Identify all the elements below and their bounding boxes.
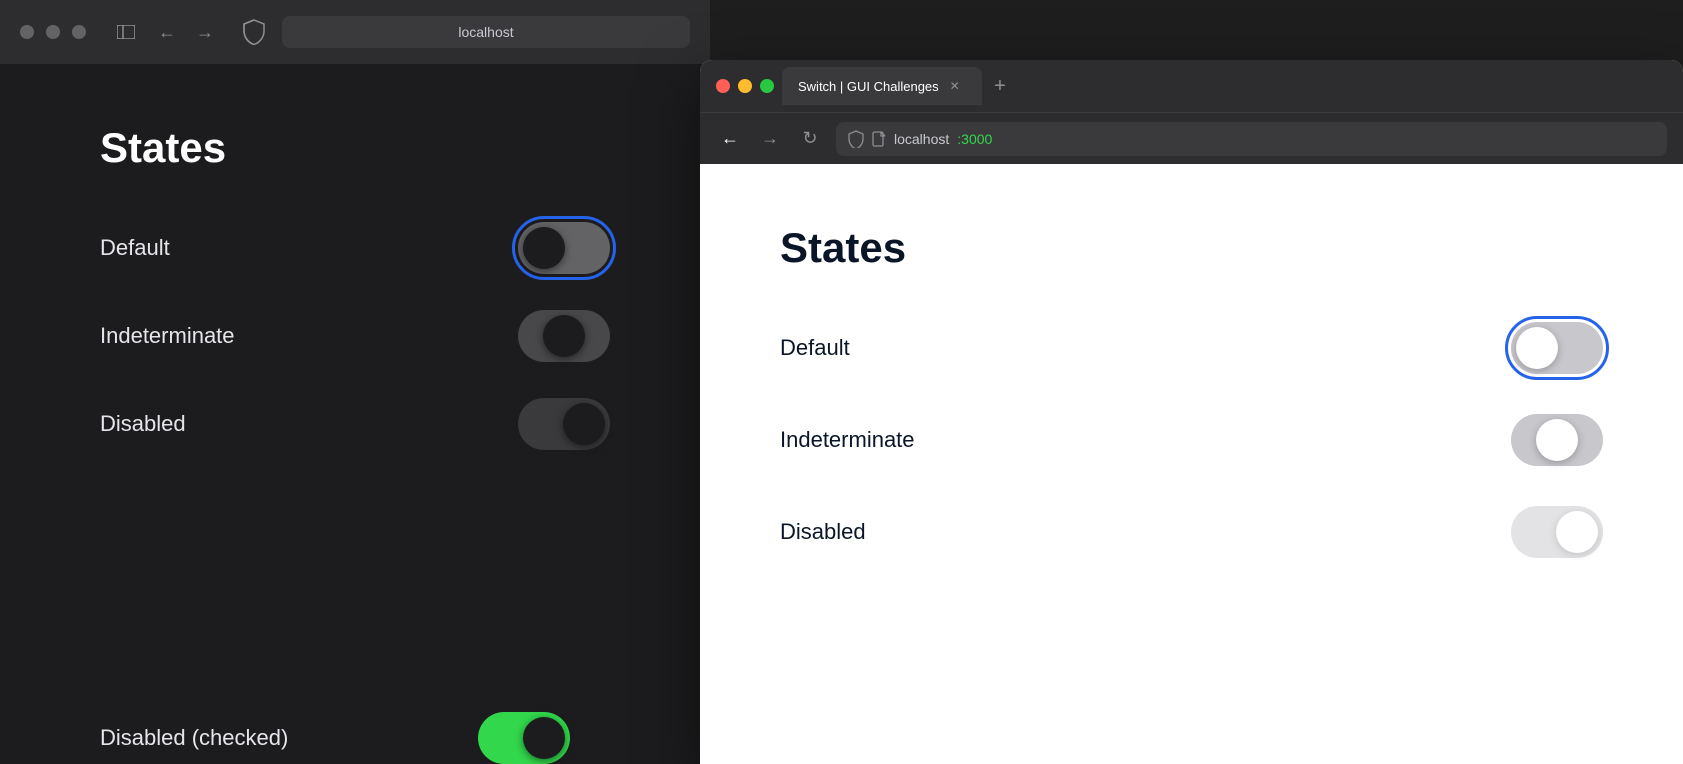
traffic-light-maximize[interactable] — [760, 79, 774, 93]
dark-label-default: Default — [100, 235, 170, 261]
browser-navbar: ← → ↻ localhost :3000 — [700, 112, 1683, 164]
traffic-light-max-bg[interactable] — [72, 25, 86, 39]
switch-thumb-disabled-dark — [563, 403, 605, 445]
light-row-disabled: Disabled — [780, 506, 1603, 558]
document-icon — [872, 131, 886, 147]
reload-icon: ↻ — [802, 128, 817, 149]
close-icon: ✕ — [950, 79, 960, 93]
tab-active[interactable]: Switch | GUI Challenges ✕ — [782, 67, 982, 105]
switch-indeterminate-dark[interactable] — [518, 310, 610, 362]
traffic-light-minimize[interactable] — [738, 79, 752, 93]
switch-disabled-checked-dark — [478, 712, 570, 764]
reload-button[interactable]: ↻ — [796, 125, 824, 153]
forward-button[interactable]: → — [756, 125, 784, 153]
back-button[interactable]: ← — [716, 125, 744, 153]
address-port: :3000 — [957, 131, 992, 147]
dark-label-indeterminate: Indeterminate — [100, 323, 235, 349]
switch-thumb-disabled-light — [1556, 511, 1598, 553]
switch-default-dark[interactable] — [518, 222, 610, 274]
dark-row-indeterminate: Indeterminate — [100, 310, 650, 362]
light-label-disabled: Disabled — [780, 519, 866, 545]
light-row-indeterminate: Indeterminate — [780, 414, 1603, 466]
switch-thumb-default-dark — [523, 227, 565, 269]
dark-row-disabled-checked: Disabled (checked) — [0, 692, 710, 764]
sidebar-toggle-bg[interactable] — [110, 21, 142, 43]
shield-icon-bg — [238, 16, 270, 48]
switch-disabled-dark — [518, 398, 610, 450]
address-domain: localhost — [894, 131, 949, 147]
plus-icon: + — [994, 75, 1006, 98]
switch-thumb-default-light — [1516, 327, 1558, 369]
tab-bar: Switch | GUI Challenges ✕ + — [782, 67, 1667, 105]
switch-disabled-light — [1511, 506, 1603, 558]
address-bar-bg[interactable]: localhost — [282, 16, 690, 48]
dark-label-disabled-checked: Disabled (checked) — [100, 725, 288, 751]
browser-toolbar: Switch | GUI Challenges ✕ + — [700, 60, 1683, 112]
traffic-light-close-bg[interactable] — [20, 25, 34, 39]
switch-default-light[interactable] — [1511, 322, 1603, 374]
dark-row-default: Default — [100, 222, 650, 274]
back-btn-bg[interactable]: ← — [154, 19, 180, 45]
dark-row-disabled: Disabled — [100, 398, 650, 450]
address-bar[interactable]: localhost :3000 — [836, 122, 1667, 156]
switch-indeterminate-light[interactable] — [1511, 414, 1603, 466]
light-section-title: States — [780, 224, 1603, 272]
switch-thumb-disabled-checked-dark — [523, 717, 565, 759]
traffic-light-min-bg[interactable] — [46, 25, 60, 39]
tab-title: Switch | GUI Challenges — [798, 79, 939, 94]
forward-btn-bg[interactable]: → — [192, 19, 218, 45]
light-row-default: Default — [780, 322, 1603, 374]
back-icon: ← — [721, 128, 739, 149]
switch-thumb-indeterminate-dark — [543, 315, 585, 357]
browser-content: States Default Indeterminate Disabled — [700, 164, 1683, 764]
dark-section-title: States — [100, 124, 650, 172]
light-label-indeterminate: Indeterminate — [780, 427, 915, 453]
address-text-bg: localhost — [458, 24, 513, 40]
forward-icon: → — [761, 128, 779, 149]
light-label-default: Default — [780, 335, 850, 361]
traffic-light-close[interactable] — [716, 79, 730, 93]
bg-window-chrome: ← → localhost — [0, 0, 710, 64]
dark-content: States Default Indeterminate Disabled — [0, 64, 710, 764]
browser-window: Switch | GUI Challenges ✕ + ← → ↻ — [700, 60, 1683, 764]
dark-label-disabled: Disabled — [100, 411, 186, 437]
switch-thumb-indeterminate-light — [1536, 419, 1578, 461]
dark-pane: ← → localhost States Default Indetermina… — [0, 0, 710, 764]
tab-close-button[interactable]: ✕ — [947, 78, 963, 94]
shield-icon — [848, 130, 864, 148]
new-tab-button[interactable]: + — [986, 72, 1014, 100]
